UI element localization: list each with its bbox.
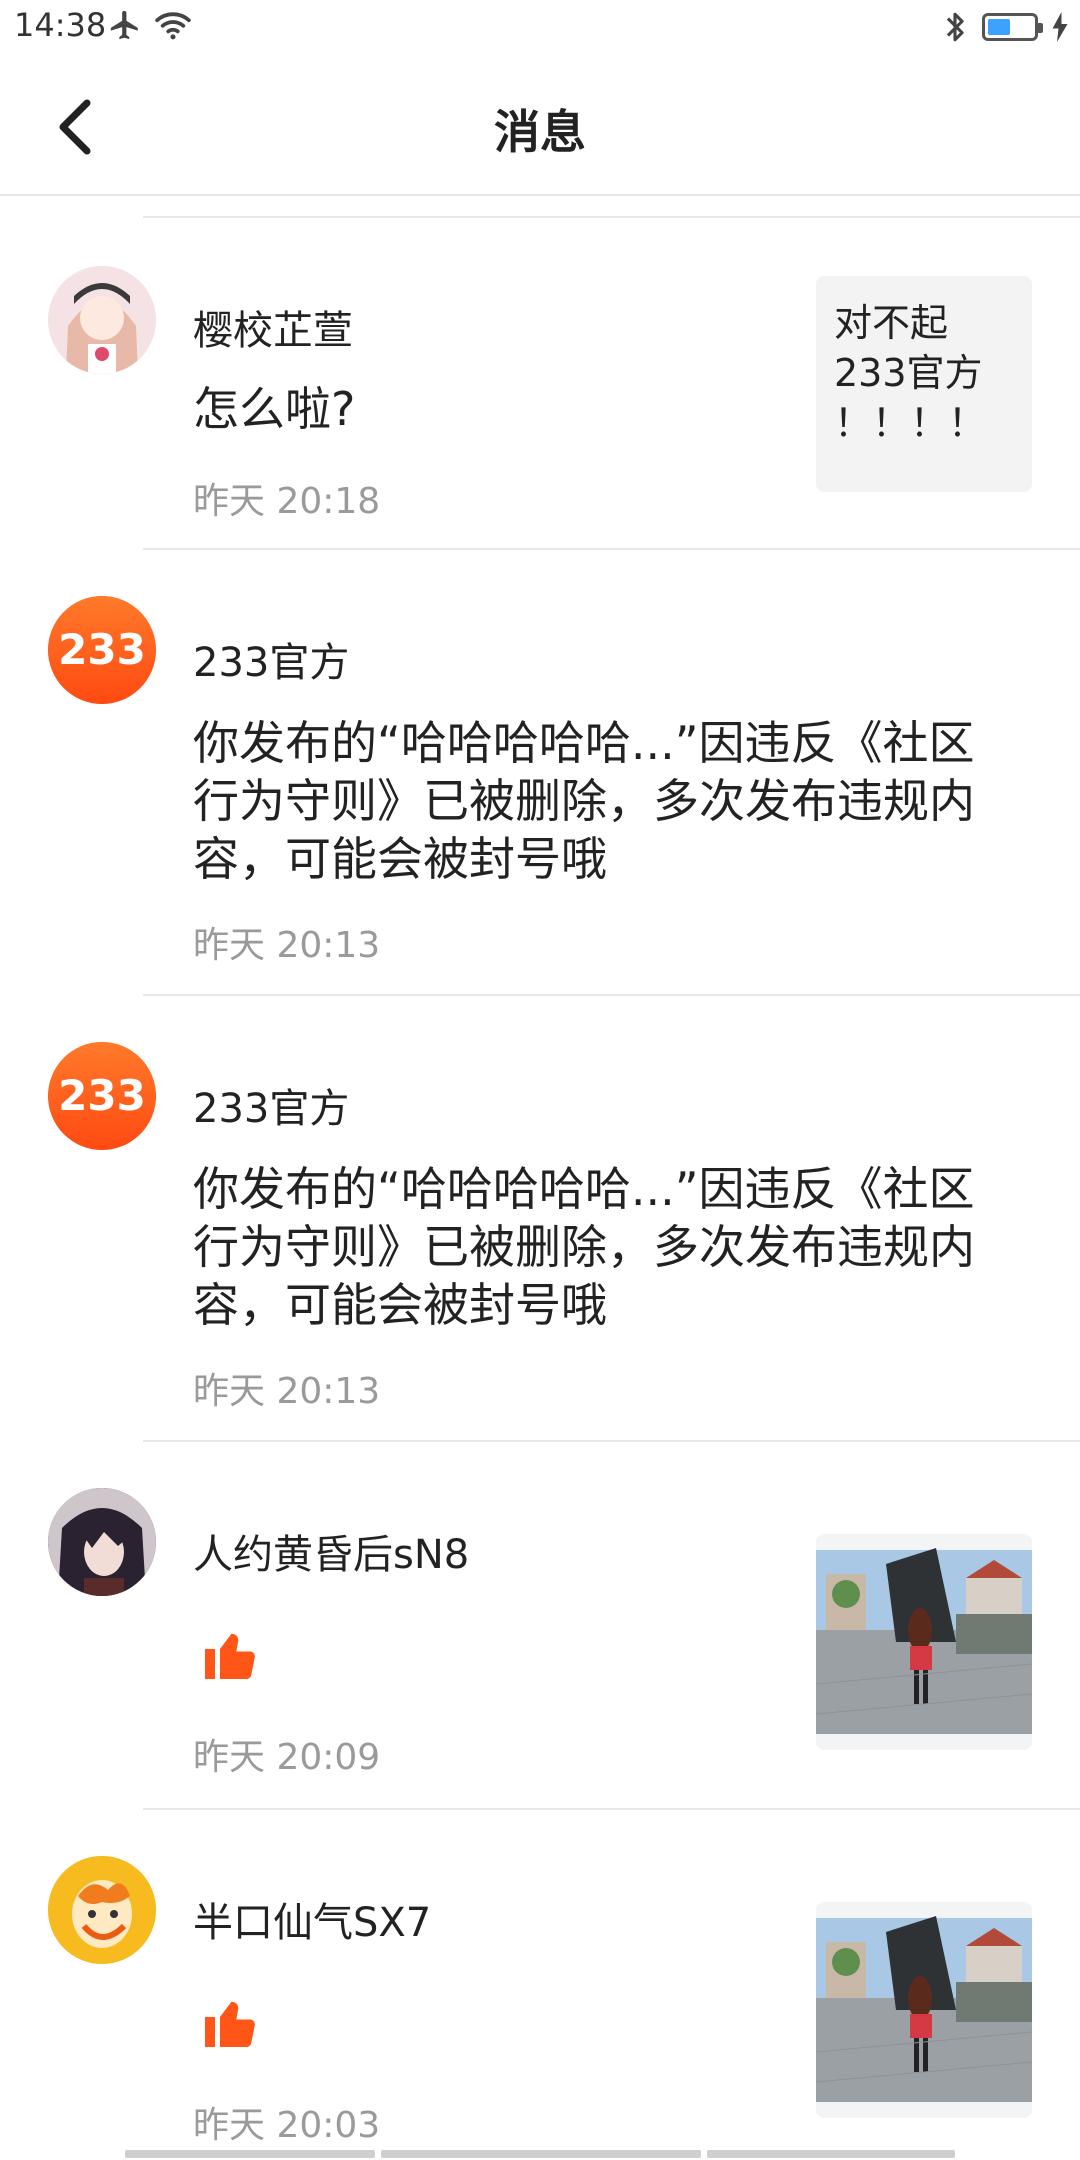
timestamp: 昨天 20:03	[193, 2105, 381, 2146]
status-time: 14:38	[14, 6, 107, 44]
timestamp: 昨天 20:09	[193, 1737, 381, 1778]
timestamp: 昨天 20:18	[193, 481, 381, 522]
avatar[interactable]	[48, 1488, 156, 1596]
list-item[interactable]: 樱校芷萱 怎么啦? 昨天 20:18 对不起 233官方 ！！！！	[0, 218, 1080, 550]
233-logo-icon: 233	[48, 1042, 156, 1150]
list-item[interactable]: 233 233官方 你发布的“哈哈哈哈哈...”因违反《社区行为守则》已被删除，…	[0, 550, 1080, 996]
post-thumbnail[interactable]	[816, 1534, 1032, 1750]
avatar[interactable]	[48, 1856, 156, 1964]
status-left-icons	[108, 8, 192, 42]
quoted-comment[interactable]: 对不起 233官方 ！！！！	[816, 276, 1032, 492]
thumbs-up-icon	[205, 1634, 255, 1679]
list-item[interactable]: 半口仙气SX7 昨天 20:03	[0, 1810, 1080, 2160]
username: 樱校芷萱	[193, 308, 353, 354]
avatar[interactable]	[48, 266, 156, 374]
game-screenshot-icon	[816, 1902, 1032, 2118]
airplane-mode-icon	[110, 10, 138, 40]
status-right-icons	[942, 10, 1068, 44]
charging-icon	[1052, 12, 1068, 42]
avatar[interactable]: 233	[48, 596, 156, 704]
thumbs-up-icon	[205, 2002, 255, 2047]
list-item[interactable]: 人约黄昏后sN8 昨天 20:09	[0, 1442, 1080, 1810]
nav-bar: 消息	[0, 56, 1080, 196]
logo-text: 233	[58, 625, 146, 674]
message-text: 你发布的“哈哈哈哈哈...”因违反《社区行为守则》已被删除，多次发布违规内容，可…	[193, 716, 975, 886]
233-logo-icon: 233	[48, 596, 156, 704]
battery-icon	[982, 13, 1043, 41]
username: 233官方	[193, 640, 350, 686]
page-title: 消息	[494, 105, 586, 159]
orange-cartoon-avatar-icon	[48, 1856, 156, 1964]
status-bar: 14:38	[0, 0, 1080, 56]
anime-boy-avatar-icon	[48, 1488, 156, 1596]
anime-girl-avatar-icon	[48, 266, 156, 374]
username: 人约黄昏后sN8	[193, 1532, 470, 1578]
list-item[interactable]: 233 233官方 你发布的“哈哈哈哈哈...”因违反《社区行为守则》已被删除，…	[0, 996, 1080, 1442]
bluetooth-icon	[946, 12, 964, 42]
bottom-scroll-indicator	[125, 2150, 955, 2158]
avatar[interactable]: 233	[48, 1042, 156, 1150]
username: 233官方	[193, 1086, 350, 1132]
logo-text: 233	[58, 1071, 146, 1120]
timestamp: 昨天 20:13	[193, 1371, 381, 1412]
wifi-icon	[155, 12, 191, 40]
post-thumbnail[interactable]	[816, 1902, 1032, 2118]
game-screenshot-icon	[816, 1534, 1032, 1750]
username: 半口仙气SX7	[193, 1900, 432, 1946]
timestamp: 昨天 20:13	[193, 925, 381, 966]
message-text: 你发布的“哈哈哈哈哈...”因违反《社区行为守则》已被删除，多次发布违规内容，可…	[193, 1162, 975, 1332]
